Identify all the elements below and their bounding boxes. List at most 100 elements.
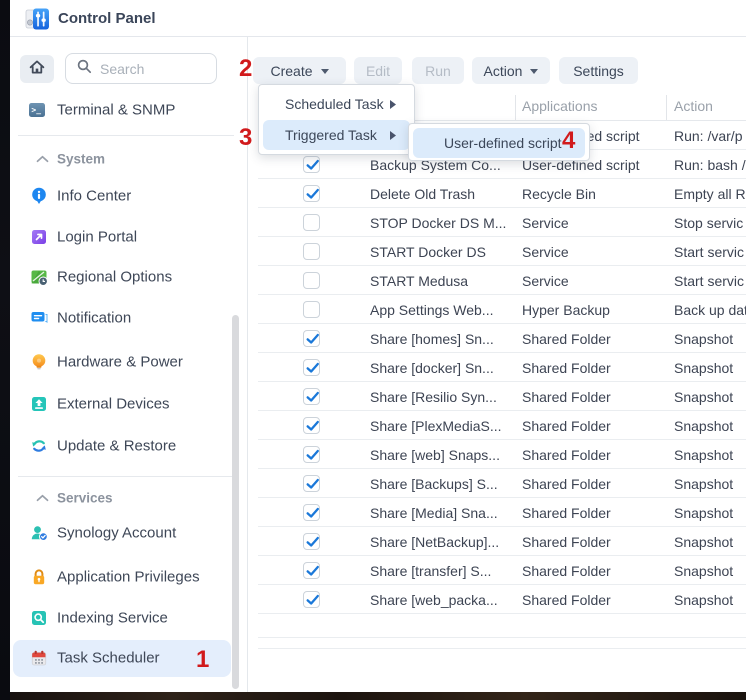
cell-action: Snapshot xyxy=(674,331,746,347)
sidebar: >_ Terminal & SNMP System Info Center Lo… xyxy=(10,37,248,692)
sidebar-item-label: Synology Account xyxy=(57,525,176,542)
sidebar-item-label: Regional Options xyxy=(57,269,172,286)
table-row[interactable]: Share [Media] Sna... Shared Folder Snaps… xyxy=(248,498,746,527)
create-button[interactable]: Create xyxy=(253,57,346,84)
sidebar-item-label: Notification xyxy=(57,310,131,327)
cell-task-name: Share [web] Snaps... xyxy=(370,447,520,463)
row-checkbox[interactable] xyxy=(303,214,320,231)
row-checkbox-checked[interactable] xyxy=(303,359,320,376)
sidebar-item-label: Indexing Service xyxy=(57,610,168,627)
cell-applications: Shared Folder xyxy=(522,534,664,550)
row-checkbox-checked[interactable] xyxy=(303,533,320,550)
titlebar: Control Panel xyxy=(10,0,746,37)
row-checkbox-checked[interactable] xyxy=(303,388,320,405)
table-row[interactable]: Share [web] Snaps... Shared Folder Snaps… xyxy=(248,440,746,469)
submenu-arrow-icon xyxy=(390,96,396,112)
edit-button[interactable]: Edit xyxy=(354,57,402,84)
row-checkbox-checked[interactable] xyxy=(303,156,320,173)
sidebar-item-application-privileges[interactable]: Application Privileges xyxy=(10,561,242,593)
table-row[interactable]: Share [Backups] S... Shared Folder Snaps… xyxy=(248,469,746,498)
home-button[interactable] xyxy=(20,55,54,83)
menu-item-triggered-task[interactable]: Triggered Task xyxy=(263,120,410,150)
caret-down-icon xyxy=(530,69,538,74)
sidebar-section-services[interactable]: Services xyxy=(10,486,242,510)
create-dropdown-menu: Scheduled Task Triggered Task xyxy=(258,84,415,155)
button-label: Run xyxy=(425,63,451,79)
table-row[interactable]: START Medusa Service Start servic xyxy=(248,266,746,295)
annotation-3: 3 xyxy=(239,126,252,150)
column-header-action[interactable]: Action xyxy=(674,98,713,114)
sidebar-section-system[interactable]: System xyxy=(10,147,242,171)
cell-task-name: Share [transfer] S... xyxy=(370,563,520,579)
row-checkbox-checked[interactable] xyxy=(303,446,320,463)
table-row[interactable]: App Settings Web... Hyper Backup Back up… xyxy=(248,295,746,324)
cell-action: Snapshot xyxy=(674,389,746,405)
row-checkbox-checked[interactable] xyxy=(303,475,320,492)
notification-icon xyxy=(30,309,48,327)
column-header-applications[interactable]: Applications xyxy=(522,98,598,114)
indexing-service-icon xyxy=(30,609,48,627)
cell-task-name: Share [Media] Sna... xyxy=(370,505,520,521)
sidebar-item-info-center[interactable]: Info Center xyxy=(10,180,242,212)
sidebar-item-regional-options[interactable]: Regional Options xyxy=(10,261,242,293)
control-panel-window: Control Panel xyxy=(10,0,746,692)
button-label: Edit xyxy=(366,63,390,79)
cell-applications: Shared Folder xyxy=(522,476,664,492)
search-icon xyxy=(76,58,93,80)
run-button[interactable]: Run xyxy=(412,57,464,84)
cell-applications: Service xyxy=(522,244,664,260)
cell-task-name: App Settings Web... xyxy=(370,302,520,318)
table-row[interactable]: Delete Old Trash Recycle Bin Empty all R xyxy=(248,179,746,208)
row-checkbox[interactable] xyxy=(303,272,320,289)
sidebar-section-label: Services xyxy=(57,491,113,506)
task-scheduler-icon xyxy=(30,649,48,667)
table-row[interactable]: START Docker DS Service Start servic xyxy=(248,237,746,266)
search-input[interactable] xyxy=(100,61,208,77)
row-checkbox-checked[interactable] xyxy=(303,504,320,521)
table-row[interactable]: Share [Resilio Syn... Shared Folder Snap… xyxy=(248,382,746,411)
table-row[interactable]: Share [NetBackup]... Shared Folder Snaps… xyxy=(248,527,746,556)
cell-action: Snapshot xyxy=(674,505,746,521)
row-checkbox[interactable] xyxy=(303,243,320,260)
table-row[interactable]: Share [docker] Sn... Shared Folder Snaps… xyxy=(248,353,746,382)
sidebar-item-notification[interactable]: Notification xyxy=(10,302,242,334)
cell-applications: Shared Folder xyxy=(522,592,664,608)
table-row[interactable]: Share [web_packa... Shared Folder Snapsh… xyxy=(248,585,746,614)
sidebar-item-label: Info Center xyxy=(57,188,131,205)
sidebar-item-indexing-service[interactable]: Indexing Service xyxy=(10,602,242,634)
terminal-icon: >_ xyxy=(28,101,46,119)
table-row[interactable]: Share [PlexMediaS... Shared Folder Snaps… xyxy=(248,411,746,440)
sidebar-item-login-portal[interactable]: Login Portal xyxy=(10,221,242,253)
sidebar-item-synology-account[interactable]: Synology Account xyxy=(10,517,242,549)
menu-item-scheduled-task[interactable]: Scheduled Task xyxy=(263,89,410,119)
sidebar-item-hardware-power[interactable]: Hardware & Power xyxy=(10,346,242,378)
desktop-background-bottom xyxy=(10,692,746,700)
info-center-icon xyxy=(30,187,48,205)
cell-action: Snapshot xyxy=(674,476,746,492)
cell-applications: Recycle Bin xyxy=(522,186,664,202)
sidebar-scrollbar[interactable] xyxy=(232,315,239,689)
cell-task-name: Share [web_packa... xyxy=(370,592,520,608)
table-row[interactable]: Share [transfer] S... Shared Folder Snap… xyxy=(248,556,746,585)
list-footer-line xyxy=(258,648,746,649)
sidebar-item-update-restore[interactable]: Update & Restore xyxy=(10,430,242,462)
cell-task-name: Delete Old Trash xyxy=(370,186,520,202)
settings-button[interactable]: Settings xyxy=(559,57,638,84)
row-checkbox-checked[interactable] xyxy=(303,562,320,579)
table-row[interactable]: Share [homes] Sn... Shared Folder Snapsh… xyxy=(248,324,746,353)
sidebar-item-label: Hardware & Power xyxy=(57,354,183,371)
menu-item-label: Scheduled Task xyxy=(285,96,384,112)
cell-task-name: Share [NetBackup]... xyxy=(370,534,520,550)
row-checkbox-checked[interactable] xyxy=(303,330,320,347)
table-row[interactable]: STOP Docker DS M... Service Stop servic xyxy=(248,208,746,237)
row-checkbox-checked[interactable] xyxy=(303,185,320,202)
row-checkbox-checked[interactable] xyxy=(303,417,320,434)
row-checkbox-checked[interactable] xyxy=(303,591,320,608)
sidebar-item-external-devices[interactable]: External Devices xyxy=(10,388,242,420)
button-label: Create xyxy=(270,63,312,79)
row-checkbox[interactable] xyxy=(303,301,320,318)
cell-task-name: STOP Docker DS M... xyxy=(370,215,520,231)
sidebar-item-terminal-snmp[interactable]: >_ Terminal & SNMP xyxy=(10,94,242,126)
menu-item-user-defined-script[interactable]: User-defined script xyxy=(413,128,585,158)
action-button[interactable]: Action xyxy=(472,57,550,84)
